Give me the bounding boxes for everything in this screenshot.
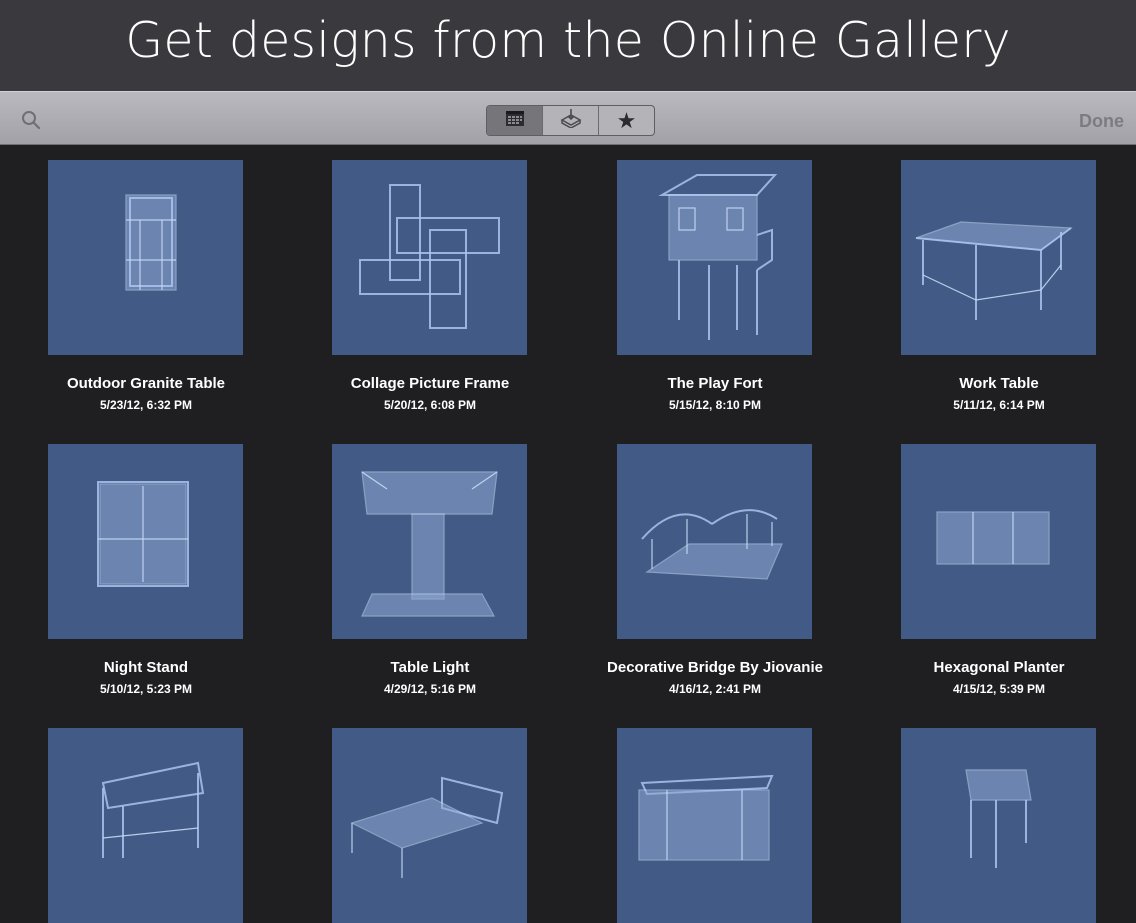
search-icon[interactable] <box>20 109 42 131</box>
design-gallery-grid: Outdoor Granite Table 5/23/12, 6:32 PM C… <box>0 145 1136 923</box>
design-thumbnail[interactable] <box>901 444 1096 639</box>
toolbar: ★ Done <box>0 91 1136 145</box>
header-bar: Get designs from the Online Gallery <box>0 0 1136 91</box>
design-title: Collage Picture Frame <box>350 375 510 392</box>
design-thumbnail[interactable] <box>617 728 812 923</box>
design-title: Night Stand <box>103 659 189 676</box>
star-icon: ★ <box>616 107 637 133</box>
design-thumbnail[interactable] <box>617 444 812 639</box>
design-title: Table Light <box>390 659 470 676</box>
design-date: 4/16/12, 2:41 PM <box>668 682 762 696</box>
view-segmented-control: ★ <box>486 105 655 136</box>
done-button[interactable]: Done <box>1079 111 1124 132</box>
design-thumbnail[interactable] <box>617 160 812 355</box>
design-date: 5/20/12, 6:08 PM <box>383 398 477 412</box>
design-title: Hexagonal Planter <box>933 659 1065 676</box>
design-date: 4/15/12, 5:39 PM <box>952 682 1046 696</box>
design-thumbnail[interactable] <box>332 728 527 923</box>
design-date: 4/29/12, 5:16 PM <box>383 682 477 696</box>
design-date: 5/23/12, 6:32 PM <box>99 398 193 412</box>
page-title: Get designs from the Online Gallery <box>125 12 1011 69</box>
design-thumbnail[interactable] <box>901 160 1096 355</box>
design-thumbnail[interactable] <box>332 160 527 355</box>
design-title: The Play Fort <box>667 375 763 392</box>
design-thumbnail[interactable] <box>901 728 1096 923</box>
design-date: 5/10/12, 5:23 PM <box>99 682 193 696</box>
design-date: 5/11/12, 6:14 PM <box>953 398 1045 412</box>
design-thumbnail[interactable] <box>48 728 243 923</box>
segment-recent[interactable] <box>487 106 543 135</box>
design-title: Decorative Bridge By Jiovanie <box>607 659 823 676</box>
design-title: Outdoor Granite Table <box>66 375 226 392</box>
design-date: 5/15/12, 8:10 PM <box>668 398 762 412</box>
design-thumbnail[interactable] <box>48 444 243 639</box>
design-thumbnail[interactable] <box>332 444 527 639</box>
segment-downloads[interactable] <box>543 106 599 135</box>
design-thumbnail[interactable] <box>48 160 243 355</box>
calendar-icon <box>504 108 526 133</box>
download-tray-icon <box>559 108 583 133</box>
design-title: Work Table <box>959 375 1039 392</box>
segment-favorites[interactable]: ★ <box>599 106 654 135</box>
